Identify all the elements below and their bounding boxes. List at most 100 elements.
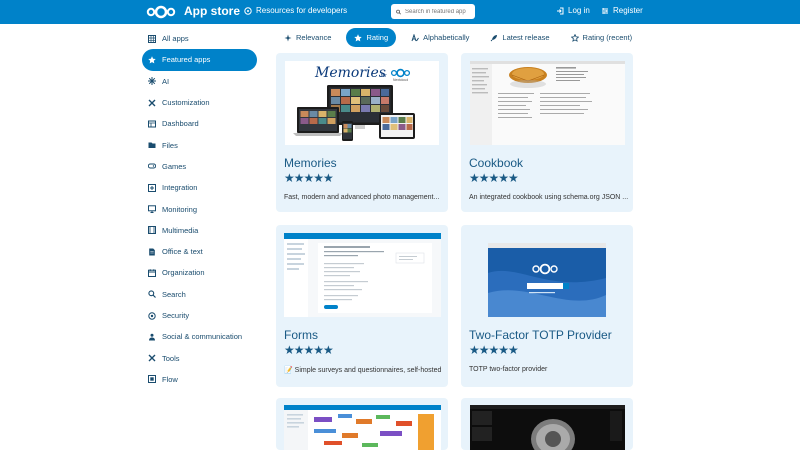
ai-icon: [148, 77, 156, 86]
sidebar-item-office-text[interactable]: Office & text: [142, 241, 257, 262]
people-icon: [148, 333, 156, 341]
sidebar-item-organization[interactable]: Organization: [142, 262, 257, 283]
app-name[interactable]: Memories: [284, 156, 337, 170]
tab-label: Rating: [366, 33, 389, 42]
sidebar-item-ai[interactable]: AI: [142, 71, 257, 92]
app-description: An integrated cookbook using schema.org …: [469, 194, 629, 201]
rating-stars: ★★★★★: [284, 343, 334, 357]
sidebar-item-search[interactable]: Search: [142, 284, 257, 305]
sidebar-item-label: Files: [162, 140, 178, 150]
app-title[interactable]: App store: [184, 4, 240, 18]
tab-label: Alphabetically: [423, 33, 470, 42]
login-link[interactable]: Log in: [556, 6, 590, 15]
sidebar-item-label: Office & text: [162, 247, 203, 257]
tab-label: Latest release: [502, 33, 550, 42]
resources-label: Resources for developers: [256, 6, 348, 15]
search-icon: [396, 9, 401, 14]
rating-stars: ★★★★★: [469, 171, 519, 185]
flow-icon: [148, 375, 156, 384]
sidebar-item-label: Games: [162, 161, 187, 171]
app-card-partial-left[interactable]: [276, 398, 448, 450]
star-icon: [148, 56, 156, 64]
rocket-icon: [491, 34, 498, 41]
app-screenshot: [284, 233, 441, 317]
sidebar-item-label: Security: [162, 311, 190, 320]
tab-latest-release[interactable]: Latest release: [484, 28, 555, 47]
tools-icon: [148, 99, 156, 107]
app-card-memories[interactable]: Memories for Nextcloud Memories ★★★★★ Fa…: [276, 53, 448, 212]
register-icon: [602, 7, 608, 14]
gamepad-icon: [148, 162, 156, 170]
document-icon: [148, 248, 156, 256]
sidebar-item-monitoring[interactable]: Monitoring: [142, 198, 257, 219]
sidebar-item-label: AI: [162, 76, 170, 86]
tab-relevance[interactable]: Relevance: [278, 28, 337, 47]
sidebar-item-files[interactable]: Files: [142, 134, 257, 155]
app-description: TOTP two-factor provider: [469, 366, 548, 373]
app-card-forms[interactable]: Forms ★★★★★ 📝 Simple surveys and questio…: [276, 225, 448, 387]
sidebar-item-multimedia[interactable]: Multimedia: [142, 220, 257, 241]
dashboard-icon: [148, 120, 156, 128]
sidebar-item-label: Monitoring: [162, 204, 198, 214]
sort-tabs: Relevance Rating Alphabetically Latest r…: [278, 28, 647, 47]
star-icon: [354, 33, 363, 41]
sparkle-icon: [284, 34, 292, 41]
category-sidebar: All apps Featured apps AI Customization …: [142, 28, 257, 390]
app-name[interactable]: Forms: [284, 328, 318, 342]
register-label: Register: [613, 6, 643, 15]
sidebar-item-label: Flow: [162, 374, 178, 384]
resources-link[interactable]: Resources for developers: [244, 6, 347, 15]
app-card-two-factor-totp[interactable]: Two-Factor TOTP Provider ★★★★★ TOTP two-…: [461, 225, 633, 387]
search-input[interactable]: [405, 8, 475, 15]
sidebar-item-dashboard[interactable]: Dashboard: [142, 113, 257, 134]
compass-icon: [244, 6, 252, 15]
tab-rating[interactable]: Rating: [346, 28, 397, 47]
integration-icon: [148, 183, 156, 192]
sidebar-item-tools[interactable]: Tools: [142, 347, 257, 368]
sidebar-item-label: Tools: [162, 353, 180, 363]
app-screenshot: [470, 61, 625, 145]
security-icon: [148, 311, 156, 320]
sidebar-item-label: Organization: [162, 268, 205, 278]
app-name[interactable]: Cookbook: [469, 156, 523, 170]
rating-stars: ★★★★★: [284, 171, 334, 185]
app-card-cookbook[interactable]: Cookbook ★★★★★ An integrated cookbook us…: [461, 53, 633, 212]
sidebar-item-label: Customization: [162, 98, 210, 108]
search-field[interactable]: [391, 4, 475, 19]
app-name[interactable]: Two-Factor TOTP Provider: [469, 328, 612, 342]
sidebar-item-security[interactable]: Security: [142, 305, 257, 326]
tab-rating-recent[interactable]: Rating (recent): [565, 28, 639, 47]
sidebar-item-games[interactable]: Games: [142, 156, 257, 177]
grid-icon: [148, 34, 156, 43]
memories-script-title: Memories: [314, 65, 386, 81]
app-description: Fast, modern and advanced photo manageme…: [284, 194, 440, 201]
register-link[interactable]: Register: [601, 6, 643, 15]
search-icon: [148, 290, 156, 299]
login-label: Log in: [568, 6, 590, 15]
app-screenshot: Memories for Nextcloud: [285, 61, 439, 145]
monitor-icon: [148, 205, 156, 214]
sidebar-item-featured-apps[interactable]: Featured apps: [142, 49, 257, 71]
sidebar-item-social-communication[interactable]: Social & communication: [142, 326, 257, 347]
tab-alphabetically[interactable]: Alphabetically: [405, 28, 475, 47]
sidebar-item-label: Featured apps: [162, 55, 211, 65]
login-icon: [557, 7, 564, 14]
sidebar-item-customization[interactable]: Customization: [142, 92, 257, 113]
app-screenshot: [284, 405, 441, 450]
app-card-partial-right[interactable]: [461, 398, 633, 450]
tab-label: Relevance: [296, 33, 332, 42]
rating-stars: ★★★★★: [469, 343, 519, 357]
sidebar-item-label: All apps: [162, 34, 189, 44]
nextcloud-logo-icon[interactable]: [146, 5, 176, 19]
sidebar-item-flow[interactable]: Flow: [142, 369, 257, 390]
sidebar-item-integration[interactable]: Integration: [142, 177, 257, 198]
sidebar-item-label: Social & communication: [162, 332, 243, 342]
tab-label: Rating (recent): [582, 33, 633, 42]
sidebar-item-all-apps[interactable]: All apps: [142, 28, 257, 49]
app-screenshot: [488, 233, 606, 317]
star-outline-icon: [570, 33, 579, 42]
app-description: 📝 Simple surveys and questionnaires, sel…: [284, 367, 442, 374]
film-icon: [148, 226, 156, 235]
app-screenshot: [470, 405, 625, 450]
alphabet-icon: [411, 33, 420, 41]
